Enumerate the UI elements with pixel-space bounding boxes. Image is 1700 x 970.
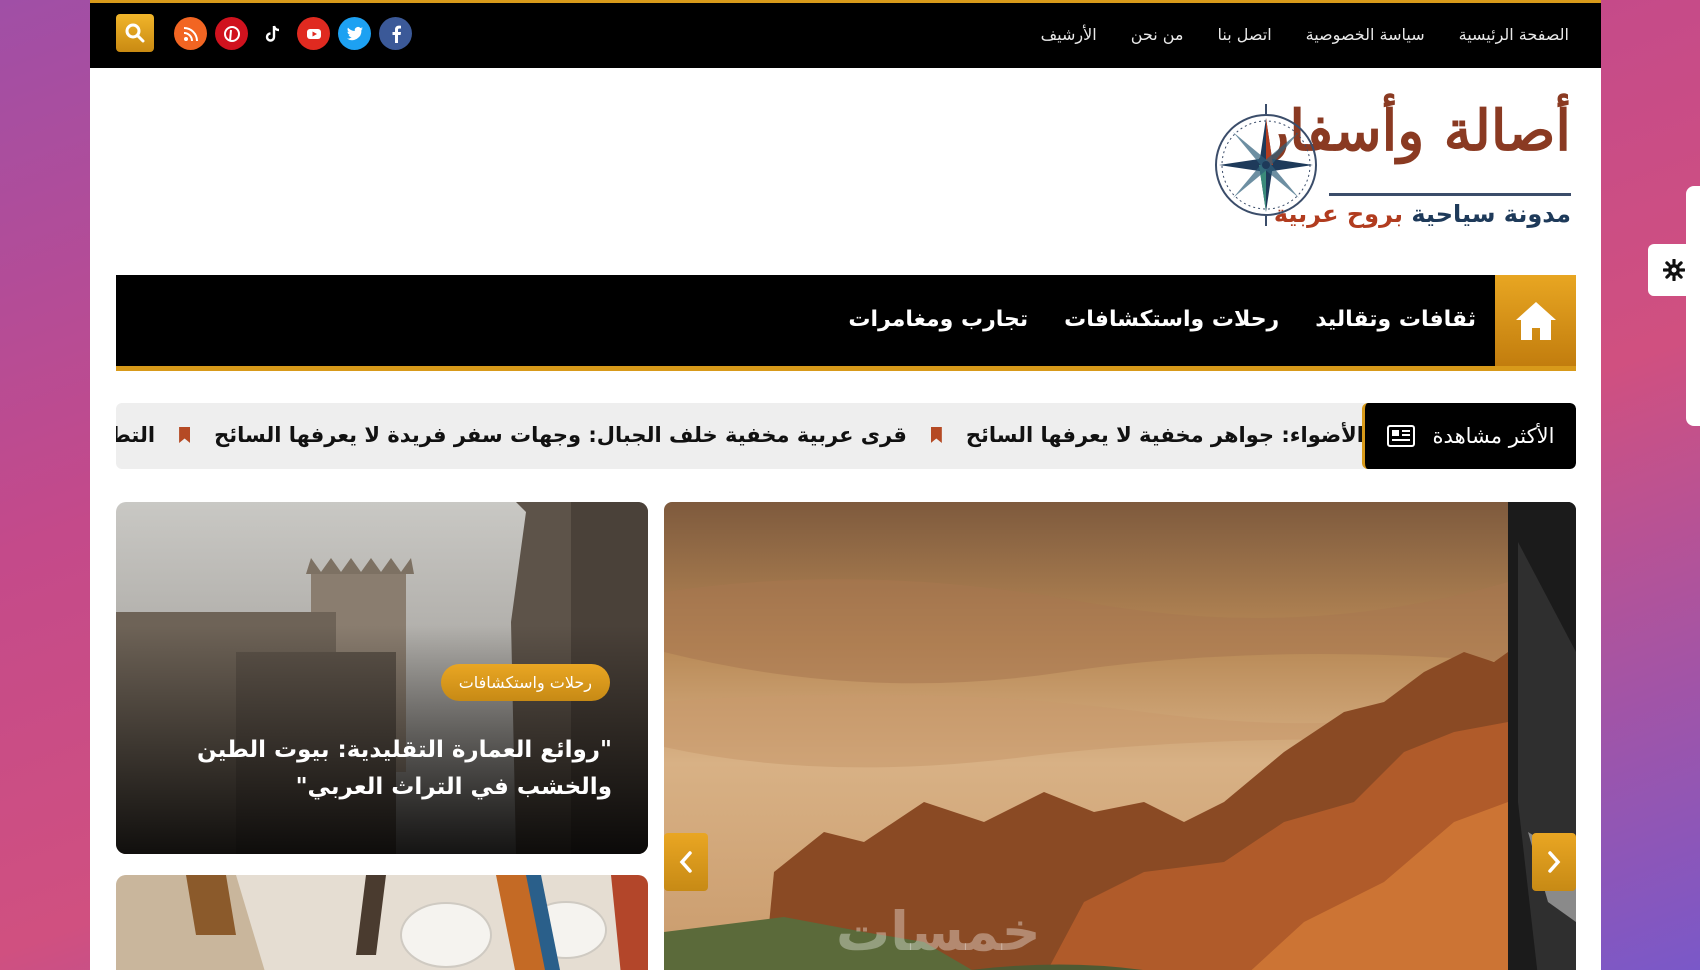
next-slide-preview xyxy=(1508,502,1576,970)
tiktok-icon[interactable] xyxy=(256,17,289,50)
ticker-item[interactable]: قرى عربية مخفية خلف الجبال: وجهات سفر فر… xyxy=(214,423,942,447)
watermark: خمسات xyxy=(836,900,1041,963)
search-icon xyxy=(125,23,145,43)
secondary-post-image xyxy=(116,875,648,970)
top-nav: الصفحة الرئيسية سياسة الخصوصية اتصل بنا … xyxy=(1041,25,1569,44)
youtube-icon[interactable] xyxy=(297,17,330,50)
main-nav-cultures[interactable]: ثقافات وتقاليد xyxy=(1315,307,1476,332)
logo-subtitle-part1: مدونة سياحية xyxy=(1411,200,1571,228)
featured-post-title[interactable]: "روائع العمارة التقليدية: بيوت الطين وال… xyxy=(132,732,612,806)
ticker-label: الأكثر مشاهدة xyxy=(1362,403,1576,469)
hero-slider[interactable] xyxy=(664,502,1508,970)
ticker-track: الأضواء: جواهر مخفية لا يعرفها السائح قر… xyxy=(116,403,1362,469)
chevron-left-icon xyxy=(679,851,692,873)
home-icon xyxy=(1515,301,1556,340)
category-badge[interactable]: رحلات واستكشافات xyxy=(440,664,610,701)
slider-next-button[interactable] xyxy=(1532,833,1576,891)
home-button[interactable] xyxy=(1495,275,1576,366)
compass-icon xyxy=(1215,104,1317,226)
settings-button[interactable] xyxy=(1648,244,1700,296)
top-nav-about[interactable]: من نحن xyxy=(1131,25,1184,44)
logo-divider xyxy=(1329,193,1571,196)
hero-slide-image xyxy=(664,502,1508,970)
search-button[interactable] xyxy=(116,14,154,52)
top-bar: الصفحة الرئيسية سياسة الخصوصية اتصل بنا … xyxy=(90,0,1601,68)
ticker-item-text: الأضواء: جواهر مخفية لا يعرفها السائح xyxy=(965,423,1362,447)
side-panel-edge xyxy=(1686,186,1700,426)
top-nav-archive[interactable]: الأرشيف xyxy=(1041,25,1097,44)
top-nav-contact[interactable]: اتصل بنا xyxy=(1218,25,1272,44)
rss-icon[interactable] xyxy=(174,17,207,50)
top-nav-home[interactable]: الصفحة الرئيسية xyxy=(1459,25,1569,44)
gear-icon xyxy=(1663,259,1685,281)
secondary-post-card[interactable] xyxy=(116,875,648,970)
ticker-item[interactable]: الأضواء: جواهر مخفية لا يعرفها السائح xyxy=(966,423,1362,447)
main-nav-trips[interactable]: رحلات واستكشافات xyxy=(1064,307,1279,332)
main-nav-items: ثقافات وتقاليد رحلات واستكشافات تجارب وم… xyxy=(848,307,1476,332)
twitter-icon[interactable] xyxy=(338,17,371,50)
main-nav-experiences[interactable]: تجارب ومغامرات xyxy=(848,307,1028,332)
ticker-label-text: الأكثر مشاهدة xyxy=(1432,424,1555,448)
site-logo[interactable]: أصالة وأسفار مدونة سياحية بروح عربية xyxy=(1211,98,1572,243)
main-nav: ثقافات وتقاليد رحلات واستكشافات تجارب وم… xyxy=(116,275,1576,371)
newspaper-icon xyxy=(1386,425,1415,447)
bookmark-icon xyxy=(930,427,942,443)
ticker-item-text: التطوع التراثي: كيف تحافظ xyxy=(116,423,156,447)
ticker-item-text: قرى عربية مخفية خلف الجبال: وجهات سفر فر… xyxy=(214,423,907,447)
slider-prev-button[interactable] xyxy=(664,833,708,891)
page: الصفحة الرئيسية سياسة الخصوصية اتصل بنا … xyxy=(90,0,1601,970)
social-links xyxy=(174,17,412,50)
bookmark-icon xyxy=(179,427,191,443)
ticker-item[interactable]: التطوع التراثي: كيف تحافظ xyxy=(116,423,191,447)
top-nav-privacy[interactable]: سياسة الخصوصية xyxy=(1306,25,1425,44)
facebook-icon[interactable] xyxy=(379,17,412,50)
chevron-right-icon xyxy=(1548,851,1561,873)
featured-post-card[interactable]: رحلات واستكشافات "روائع العمارة التقليدي… xyxy=(116,502,648,854)
pinterest-icon[interactable] xyxy=(215,17,248,50)
news-ticker: الأكثر مشاهدة الأضواء: جواهر مخفية لا يع… xyxy=(116,403,1576,469)
